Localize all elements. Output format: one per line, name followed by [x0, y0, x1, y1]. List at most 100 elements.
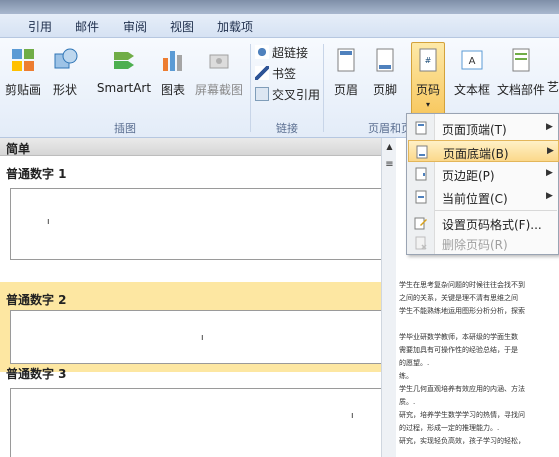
menu-item-format-page-numbers[interactable]: 设置页码格式(F)... — [408, 212, 559, 234]
doc-line: 学生不能熟练地运用图形分析分析，探索 — [399, 307, 525, 315]
header-label: 页眉 — [333, 83, 358, 97]
doc-line: 需要加具有可操作性的经验总结，于是 — [399, 346, 518, 354]
doc-line: 的愿望。. — [399, 359, 430, 367]
doc-line: 的过程，形成一定的推理能力。. — [399, 424, 500, 432]
bookmark-button[interactable]: 书签 — [255, 65, 296, 82]
top-of-page-icon — [415, 121, 427, 135]
doc-line: 之间的关系，关键是理不清有思维之间 — [399, 294, 518, 302]
remove-page-numbers-icon — [415, 236, 427, 250]
gallery-header: 简单 — [0, 138, 396, 156]
tab-references[interactable]: 引用 — [28, 18, 52, 35]
doc-line: 学生在思考复杂问题的时候往往会找不到 — [399, 281, 525, 289]
hyperlink-button[interactable]: 超链接 — [255, 44, 308, 61]
chevron-right-icon: ▶ — [546, 168, 553, 178]
textbox-icon: A — [461, 50, 483, 70]
shapes-icon — [54, 48, 78, 69]
format-page-numbers-icon — [414, 217, 427, 230]
gallery-item-preview[interactable]: ı — [10, 188, 386, 260]
scroll-thumb[interactable]: ≡ — [383, 158, 396, 172]
current-position-icon — [415, 190, 427, 204]
cross-reference-label: 交叉引用 — [272, 88, 321, 102]
tab-mailings[interactable]: 邮件 — [75, 18, 99, 35]
gallery-scrollbar[interactable]: ▲ ≡ — [381, 138, 396, 457]
page-margins-icon — [415, 167, 427, 181]
chart-label: 图表 — [160, 83, 185, 97]
menu-item-top-of-page[interactable]: 页面顶端(T) ▶ — [408, 117, 559, 139]
tab-view[interactable]: 视图 — [170, 18, 194, 35]
shapes-button[interactable]: 形状 — [50, 46, 80, 98]
chart-button[interactable]: 图表 — [158, 46, 188, 98]
chevron-down-icon: ▾ — [425, 100, 430, 109]
cross-reference-icon — [255, 87, 269, 101]
footer-icon — [376, 48, 394, 72]
gallery-item-preview[interactable]: ı — [10, 388, 386, 457]
ribbon-tabs: 引用 邮件 审阅 视图 加载项 — [0, 14, 559, 38]
page-number-button[interactable]: # 页码 ▾ — [411, 46, 445, 109]
doc-line: 研究，实现轻负高效，孩子学习的轻松， — [399, 437, 525, 445]
doc-line: 研究，培养学生数学学习的热情，寻找问 — [399, 411, 525, 419]
group-illustrations-label: 插图 — [114, 122, 136, 135]
quick-parts-icon — [512, 48, 530, 72]
menu-item-remove-page-numbers[interactable]: 删除页码(R) — [408, 232, 559, 254]
group-separator — [250, 44, 251, 132]
footer-button[interactable]: 页脚 — [370, 46, 400, 98]
chevron-right-icon: ▶ — [547, 146, 554, 156]
textbox-label: 文本框 — [453, 83, 490, 97]
screenshot-button[interactable]: 屏幕截图 — [192, 46, 246, 98]
menu-item-label: 页边距(P) — [442, 169, 495, 183]
menu-item-label: 当前位置(C) — [442, 192, 508, 206]
menu-item-page-margins[interactable]: 页边距(P) ▶ — [408, 163, 559, 185]
cross-reference-button[interactable]: 交叉引用 — [255, 86, 320, 103]
shapes-label: 形状 — [52, 83, 77, 97]
quick-parts-label: 文档部件 — [496, 83, 545, 97]
group-links-label: 链接 — [276, 122, 298, 135]
page-number-gallery: 简单 普通数字 1 ı 普通数字 2 ı 普通数字 3 ı ▲ ≡ — [0, 138, 396, 457]
bottom-of-page-icon — [416, 145, 428, 159]
clipart-button[interactable]: 剪贴画 — [2, 46, 44, 98]
page-number-label: 页码 — [415, 83, 440, 97]
bookmark-icon — [255, 66, 269, 80]
chevron-right-icon: ▶ — [546, 191, 553, 201]
smartart-button[interactable]: SmartArt — [94, 46, 154, 95]
wordart-button[interactable]: 艺 — [547, 46, 559, 95]
page-number-mark: ı — [351, 411, 354, 421]
tab-review[interactable]: 审阅 — [123, 18, 147, 35]
menu-item-current-position[interactable]: 当前位置(C) ▶ — [408, 186, 559, 208]
header-button[interactable]: 页眉 — [331, 46, 361, 98]
svg-text:A: A — [469, 56, 476, 67]
gallery-item-preview[interactable]: ı — [10, 310, 386, 364]
screenshot-icon — [209, 54, 229, 69]
menu-item-bottom-of-page[interactable]: 页面底端(B) ▶ — [408, 140, 559, 162]
gallery-item-title[interactable]: 普通数字 3 — [0, 364, 381, 382]
chart-icon — [163, 51, 182, 71]
doc-line: 质。. — [399, 398, 416, 406]
menu-item-label: 设置页码格式(F)... — [442, 218, 542, 232]
header-icon — [337, 48, 355, 72]
smartart-icon — [114, 52, 134, 69]
bookmark-label: 书签 — [272, 67, 297, 81]
chevron-right-icon: ▶ — [546, 122, 553, 132]
title-bar — [0, 0, 559, 14]
menu-item-label: 删除页码(R) — [442, 238, 508, 252]
wordart-label: 艺 — [547, 80, 559, 94]
tab-addins[interactable]: 加载项 — [217, 18, 253, 35]
clipart-label: 剪贴画 — [4, 83, 41, 97]
group-separator — [323, 44, 324, 132]
page-number-menu: 页面顶端(T) ▶ 页面底端(B) ▶ 页边距(P) ▶ 当前位置(C) ▶ 设… — [406, 113, 559, 255]
quick-parts-button[interactable]: 文档部件 — [495, 46, 547, 98]
hyperlink-label: 超链接 — [272, 46, 309, 60]
page-number-mark: ı — [201, 333, 204, 343]
smartart-label: SmartArt — [96, 81, 152, 95]
clipart-icon — [12, 49, 34, 71]
footer-label: 页脚 — [372, 83, 397, 97]
screenshot-label: 屏幕截图 — [194, 83, 243, 97]
menu-item-label: 页面顶端(T) — [442, 123, 507, 137]
textbox-button[interactable]: A 文本框 — [452, 46, 492, 98]
gallery-item-title[interactable]: 普通数字 2 — [0, 290, 381, 308]
scroll-up-icon[interactable]: ▲ — [383, 140, 396, 154]
gallery-item-title[interactable]: 普通数字 1 — [0, 164, 381, 182]
doc-line: 练。 — [399, 372, 413, 380]
group-header-footer-label: 页眉和页 — [368, 122, 412, 135]
menu-divider — [435, 210, 557, 211]
doc-line: 学生几何直观培养有效应用的内涵、方法 — [399, 385, 525, 393]
